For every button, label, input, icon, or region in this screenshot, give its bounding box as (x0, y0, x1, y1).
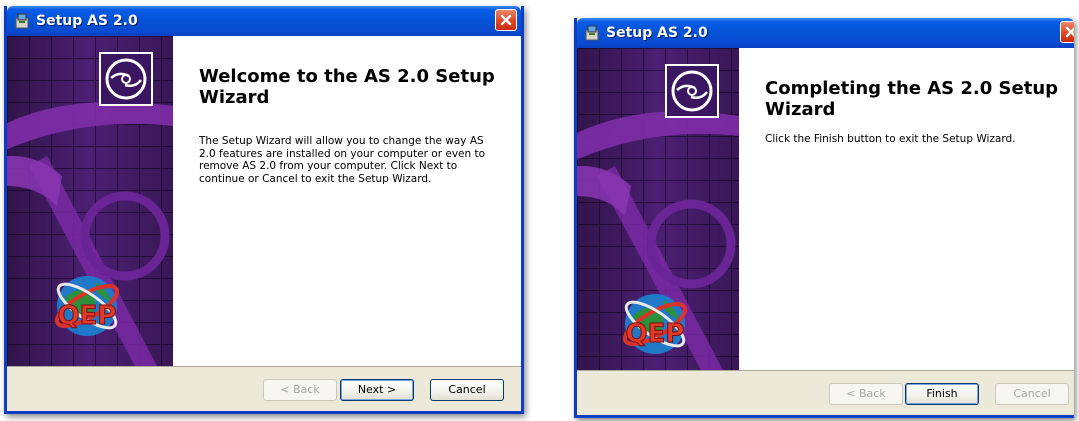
wizard-content: Welcome to the AS 2.0 Setup Wizard The S… (173, 36, 521, 367)
button-bar: < Back Finish Cancel (577, 370, 1074, 415)
window-title: Setup AS 2.0 (36, 13, 138, 29)
setup-window-welcome: Setup AS 2.0 QEP Welcome to the AS 2.0 S… (4, 6, 524, 414)
wizard-body: QEP Completing the AS 2.0 Setup Wizard C… (577, 48, 1074, 371)
cancel-button[interactable]: Cancel (995, 383, 1069, 405)
finish-button[interactable]: Finish (905, 383, 979, 405)
back-button[interactable]: < Back (263, 379, 337, 401)
close-icon (1065, 26, 1074, 38)
installer-icon (15, 13, 29, 29)
cancel-button[interactable]: Cancel (430, 379, 504, 401)
wizard-side-banner: QEP (7, 36, 173, 367)
title-bar[interactable]: Setup AS 2.0 (7, 6, 521, 36)
wizard-heading: Completing the AS 2.0 Setup Wizard (765, 78, 1059, 120)
close-button[interactable] (1060, 21, 1074, 43)
cd-disc-icon (665, 64, 719, 118)
close-button[interactable] (495, 9, 517, 31)
cd-disc-icon (99, 52, 153, 106)
close-icon (500, 14, 512, 26)
wizard-description: Click the Finish button to exit the Setu… (765, 133, 1016, 145)
wizard-side-banner: QEP (577, 48, 739, 371)
wizard-heading: Welcome to the AS 2.0 Setup Wizard (199, 66, 495, 108)
window-title: Setup AS 2.0 (606, 25, 708, 41)
qep-globe-logo: QEP (617, 286, 693, 364)
svg-text:QEP: QEP (58, 301, 117, 331)
wizard-body: QEP Welcome to the AS 2.0 Setup Wizard T… (7, 36, 521, 367)
next-button[interactable]: Next > (340, 379, 414, 401)
setup-window-completing: Setup AS 2.0 QEP Completing the AS 2.0 S… (574, 18, 1074, 418)
wizard-content: Completing the AS 2.0 Setup Wizard Click… (739, 48, 1074, 371)
wizard-description: The Setup Wizard will allow you to chang… (199, 135, 486, 185)
back-button[interactable]: < Back (829, 383, 903, 405)
svg-text:QEP: QEP (626, 319, 685, 349)
title-bar[interactable]: Setup AS 2.0 (577, 18, 1074, 48)
qep-globe-logo: QEP (49, 268, 125, 346)
installer-icon (585, 25, 599, 41)
button-bar: < Back Next > Cancel (7, 366, 521, 411)
